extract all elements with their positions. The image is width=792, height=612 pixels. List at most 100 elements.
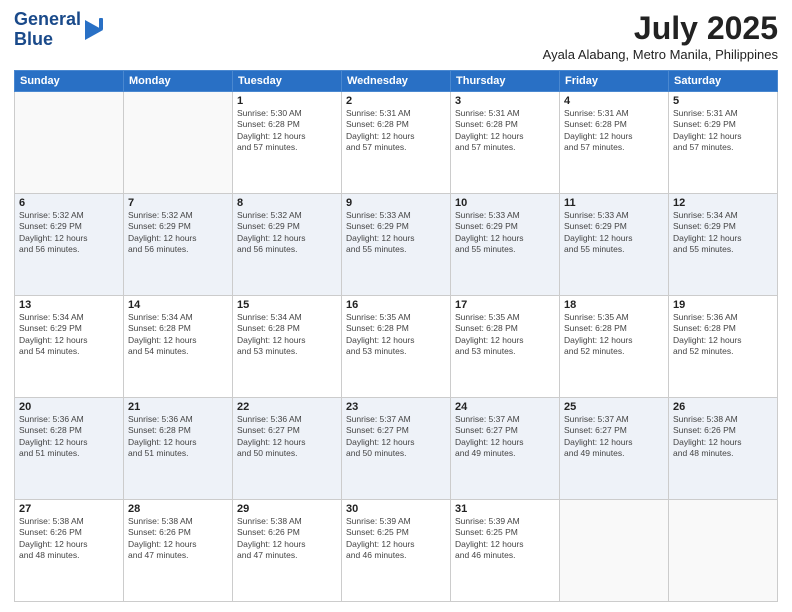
weekday-header: Sunday xyxy=(15,71,124,92)
calendar-cell: 11Sunrise: 5:33 AM Sunset: 6:29 PM Dayli… xyxy=(560,194,669,296)
calendar-cell: 26Sunrise: 5:38 AM Sunset: 6:26 PM Dayli… xyxy=(669,398,778,500)
day-number: 26 xyxy=(673,401,773,413)
day-info: Sunrise: 5:35 AM Sunset: 6:28 PM Dayligh… xyxy=(346,312,446,358)
calendar-cell xyxy=(124,92,233,194)
calendar-cell: 3Sunrise: 5:31 AM Sunset: 6:28 PM Daylig… xyxy=(451,92,560,194)
day-info: Sunrise: 5:32 AM Sunset: 6:29 PM Dayligh… xyxy=(237,210,337,256)
day-number: 4 xyxy=(564,95,664,107)
day-number: 22 xyxy=(237,401,337,413)
logo-text: General Blue xyxy=(14,10,81,50)
calendar-cell: 9Sunrise: 5:33 AM Sunset: 6:29 PM Daylig… xyxy=(342,194,451,296)
calendar-cell: 5Sunrise: 5:31 AM Sunset: 6:29 PM Daylig… xyxy=(669,92,778,194)
calendar-cell: 1Sunrise: 5:30 AM Sunset: 6:28 PM Daylig… xyxy=(233,92,342,194)
day-info: Sunrise: 5:30 AM Sunset: 6:28 PM Dayligh… xyxy=(237,108,337,154)
day-number: 14 xyxy=(128,299,228,311)
weekday-header-row: SundayMondayTuesdayWednesdayThursdayFrid… xyxy=(15,71,778,92)
day-info: Sunrise: 5:32 AM Sunset: 6:29 PM Dayligh… xyxy=(128,210,228,256)
day-number: 5 xyxy=(673,95,773,107)
logo-icon xyxy=(83,16,105,44)
calendar-cell: 16Sunrise: 5:35 AM Sunset: 6:28 PM Dayli… xyxy=(342,296,451,398)
title-area: July 2025 Ayala Alabang, Metro Manila, P… xyxy=(543,10,778,62)
month-title: July 2025 xyxy=(543,10,778,47)
day-number: 9 xyxy=(346,197,446,209)
day-number: 13 xyxy=(19,299,119,311)
day-number: 24 xyxy=(455,401,555,413)
calendar-cell: 29Sunrise: 5:38 AM Sunset: 6:26 PM Dayli… xyxy=(233,500,342,602)
day-info: Sunrise: 5:36 AM Sunset: 6:27 PM Dayligh… xyxy=(237,414,337,460)
day-info: Sunrise: 5:31 AM Sunset: 6:29 PM Dayligh… xyxy=(673,108,773,154)
day-number: 20 xyxy=(19,401,119,413)
weekday-header: Tuesday xyxy=(233,71,342,92)
location: Ayala Alabang, Metro Manila, Philippines xyxy=(543,47,778,62)
calendar-week-row: 27Sunrise: 5:38 AM Sunset: 6:26 PM Dayli… xyxy=(15,500,778,602)
day-info: Sunrise: 5:39 AM Sunset: 6:25 PM Dayligh… xyxy=(346,516,446,562)
calendar-week-row: 20Sunrise: 5:36 AM Sunset: 6:28 PM Dayli… xyxy=(15,398,778,500)
day-number: 16 xyxy=(346,299,446,311)
day-number: 19 xyxy=(673,299,773,311)
calendar-week-row: 6Sunrise: 5:32 AM Sunset: 6:29 PM Daylig… xyxy=(15,194,778,296)
calendar-cell: 14Sunrise: 5:34 AM Sunset: 6:28 PM Dayli… xyxy=(124,296,233,398)
weekday-header: Monday xyxy=(124,71,233,92)
calendar-cell xyxy=(15,92,124,194)
calendar-cell: 10Sunrise: 5:33 AM Sunset: 6:29 PM Dayli… xyxy=(451,194,560,296)
day-info: Sunrise: 5:33 AM Sunset: 6:29 PM Dayligh… xyxy=(346,210,446,256)
day-number: 11 xyxy=(564,197,664,209)
day-info: Sunrise: 5:36 AM Sunset: 6:28 PM Dayligh… xyxy=(128,414,228,460)
calendar-cell: 7Sunrise: 5:32 AM Sunset: 6:29 PM Daylig… xyxy=(124,194,233,296)
day-info: Sunrise: 5:34 AM Sunset: 6:29 PM Dayligh… xyxy=(673,210,773,256)
weekday-header: Thursday xyxy=(451,71,560,92)
day-info: Sunrise: 5:35 AM Sunset: 6:28 PM Dayligh… xyxy=(564,312,664,358)
calendar-cell: 18Sunrise: 5:35 AM Sunset: 6:28 PM Dayli… xyxy=(560,296,669,398)
day-info: Sunrise: 5:34 AM Sunset: 6:29 PM Dayligh… xyxy=(19,312,119,358)
calendar-cell: 22Sunrise: 5:36 AM Sunset: 6:27 PM Dayli… xyxy=(233,398,342,500)
calendar-week-row: 1Sunrise: 5:30 AM Sunset: 6:28 PM Daylig… xyxy=(15,92,778,194)
day-number: 8 xyxy=(237,197,337,209)
day-number: 10 xyxy=(455,197,555,209)
day-info: Sunrise: 5:33 AM Sunset: 6:29 PM Dayligh… xyxy=(455,210,555,256)
calendar-cell: 21Sunrise: 5:36 AM Sunset: 6:28 PM Dayli… xyxy=(124,398,233,500)
calendar-cell: 23Sunrise: 5:37 AM Sunset: 6:27 PM Dayli… xyxy=(342,398,451,500)
calendar-week-row: 13Sunrise: 5:34 AM Sunset: 6:29 PM Dayli… xyxy=(15,296,778,398)
calendar-body: 1Sunrise: 5:30 AM Sunset: 6:28 PM Daylig… xyxy=(15,92,778,602)
day-info: Sunrise: 5:38 AM Sunset: 6:26 PM Dayligh… xyxy=(128,516,228,562)
day-info: Sunrise: 5:34 AM Sunset: 6:28 PM Dayligh… xyxy=(128,312,228,358)
day-number: 29 xyxy=(237,503,337,515)
day-info: Sunrise: 5:31 AM Sunset: 6:28 PM Dayligh… xyxy=(564,108,664,154)
calendar-cell: 4Sunrise: 5:31 AM Sunset: 6:28 PM Daylig… xyxy=(560,92,669,194)
day-number: 21 xyxy=(128,401,228,413)
calendar-cell: 20Sunrise: 5:36 AM Sunset: 6:28 PM Dayli… xyxy=(15,398,124,500)
day-number: 7 xyxy=(128,197,228,209)
day-info: Sunrise: 5:34 AM Sunset: 6:28 PM Dayligh… xyxy=(237,312,337,358)
calendar-cell: 19Sunrise: 5:36 AM Sunset: 6:28 PM Dayli… xyxy=(669,296,778,398)
logo: General Blue xyxy=(14,10,105,50)
day-number: 30 xyxy=(346,503,446,515)
day-number: 1 xyxy=(237,95,337,107)
weekday-header: Friday xyxy=(560,71,669,92)
day-info: Sunrise: 5:36 AM Sunset: 6:28 PM Dayligh… xyxy=(19,414,119,460)
calendar-cell: 17Sunrise: 5:35 AM Sunset: 6:28 PM Dayli… xyxy=(451,296,560,398)
day-number: 27 xyxy=(19,503,119,515)
day-number: 18 xyxy=(564,299,664,311)
day-info: Sunrise: 5:39 AM Sunset: 6:25 PM Dayligh… xyxy=(455,516,555,562)
day-info: Sunrise: 5:36 AM Sunset: 6:28 PM Dayligh… xyxy=(673,312,773,358)
day-info: Sunrise: 5:33 AM Sunset: 6:29 PM Dayligh… xyxy=(564,210,664,256)
calendar-cell: 15Sunrise: 5:34 AM Sunset: 6:28 PM Dayli… xyxy=(233,296,342,398)
calendar-cell: 31Sunrise: 5:39 AM Sunset: 6:25 PM Dayli… xyxy=(451,500,560,602)
calendar-cell: 30Sunrise: 5:39 AM Sunset: 6:25 PM Dayli… xyxy=(342,500,451,602)
day-info: Sunrise: 5:35 AM Sunset: 6:28 PM Dayligh… xyxy=(455,312,555,358)
day-info: Sunrise: 5:32 AM Sunset: 6:29 PM Dayligh… xyxy=(19,210,119,256)
header: General Blue July 2025 Ayala Alabang, Me… xyxy=(14,10,778,62)
day-info: Sunrise: 5:38 AM Sunset: 6:26 PM Dayligh… xyxy=(19,516,119,562)
day-number: 31 xyxy=(455,503,555,515)
day-info: Sunrise: 5:37 AM Sunset: 6:27 PM Dayligh… xyxy=(564,414,664,460)
day-number: 15 xyxy=(237,299,337,311)
day-number: 28 xyxy=(128,503,228,515)
day-info: Sunrise: 5:38 AM Sunset: 6:26 PM Dayligh… xyxy=(237,516,337,562)
calendar-cell: 8Sunrise: 5:32 AM Sunset: 6:29 PM Daylig… xyxy=(233,194,342,296)
day-number: 2 xyxy=(346,95,446,107)
calendar-cell: 27Sunrise: 5:38 AM Sunset: 6:26 PM Dayli… xyxy=(15,500,124,602)
weekday-header: Saturday xyxy=(669,71,778,92)
day-number: 6 xyxy=(19,197,119,209)
calendar-cell: 12Sunrise: 5:34 AM Sunset: 6:29 PM Dayli… xyxy=(669,194,778,296)
calendar-cell: 13Sunrise: 5:34 AM Sunset: 6:29 PM Dayli… xyxy=(15,296,124,398)
